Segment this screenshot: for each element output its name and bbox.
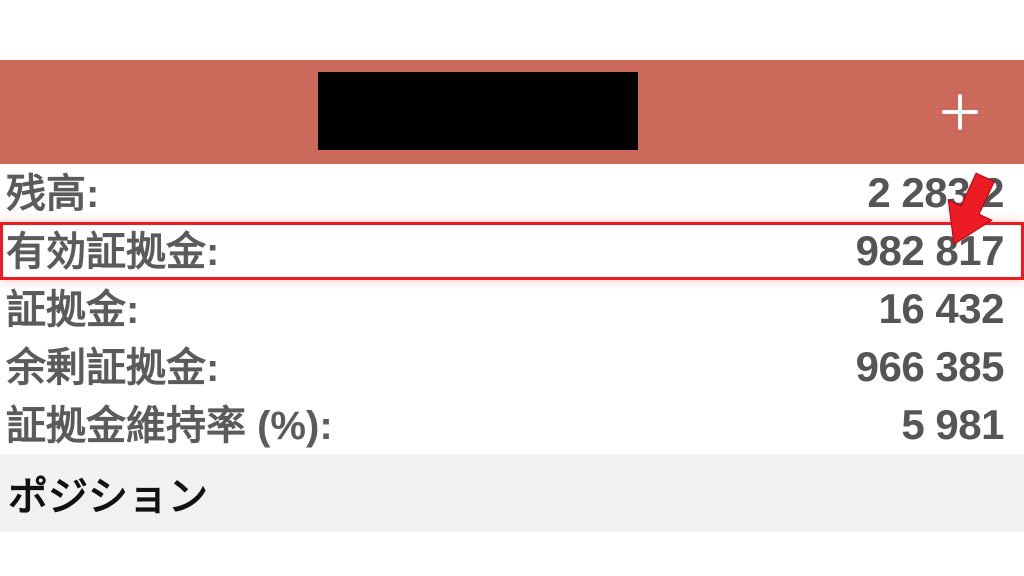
redacted-account-title	[318, 72, 638, 150]
margin-row: 証拠金: 16 432	[0, 280, 1024, 338]
plus-icon	[940, 92, 980, 132]
account-summary-list: 残高: 2 283 2 有効証拠金: 982 817 証拠金: 16 432 余…	[0, 164, 1024, 454]
balance-label: 残高:	[6, 165, 99, 223]
free-margin-label: 余剰証拠金:	[6, 339, 219, 397]
positions-section-header: ポジション	[0, 454, 1024, 532]
account-header-bar	[0, 60, 1024, 164]
margin-level-value: 5 981	[901, 396, 1004, 454]
equity-row: 有効証拠金: 982 817	[0, 222, 1024, 280]
margin-value: 16 432	[879, 280, 1004, 338]
margin-level-row: 証拠金維持率 (%): 5 981	[0, 396, 1024, 454]
top-gap	[0, 0, 1024, 60]
add-button[interactable]	[940, 92, 980, 132]
positions-label: ポジション	[8, 475, 208, 519]
equity-value: 982 817	[856, 222, 1004, 280]
equity-label: 有効証拠金:	[6, 223, 219, 281]
margin-label: 証拠金:	[6, 281, 139, 339]
balance-value: 2 283 2	[867, 164, 1004, 222]
balance-row: 残高: 2 283 2	[0, 164, 1024, 222]
free-margin-row: 余剰証拠金: 966 385	[0, 338, 1024, 396]
free-margin-value: 966 385	[856, 338, 1004, 396]
margin-level-label: 証拠金維持率 (%):	[6, 397, 333, 455]
